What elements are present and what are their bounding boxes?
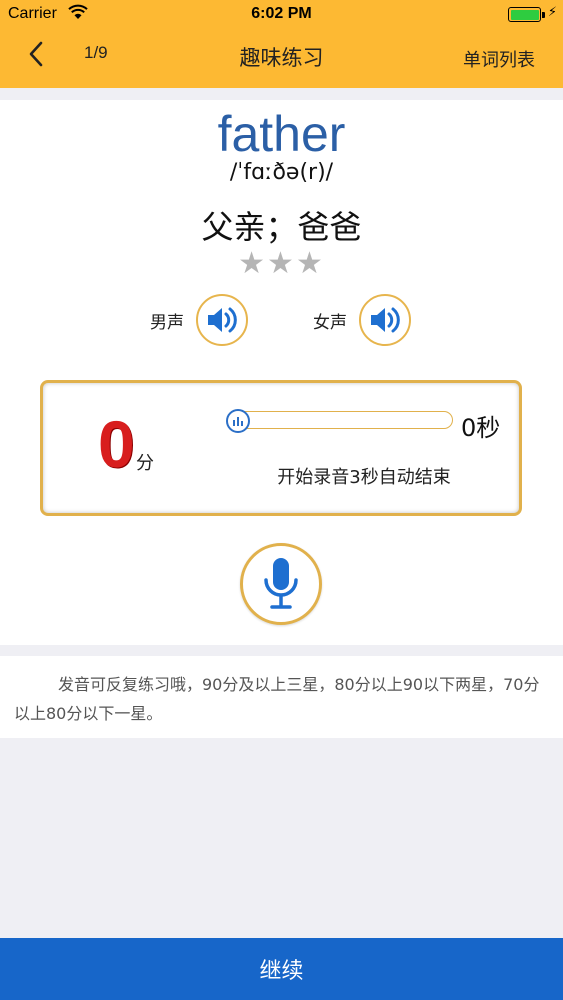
top-bar: Carrier 6:02 PM ⚡ 1/9 趣味练习 单词列表 bbox=[0, 0, 563, 88]
recording-panel: 0 分 0秒 开始录音3秒自动结束 bbox=[40, 380, 522, 516]
continue-button[interactable]: 继续 bbox=[0, 938, 563, 1000]
meaning-text: 父亲；爸爸 bbox=[201, 208, 362, 246]
speaker-icon bbox=[208, 307, 237, 333]
microphone-icon bbox=[264, 558, 298, 609]
navigation-bar: 1/9 趣味练习 单词列表 bbox=[0, 30, 563, 88]
charging-bolt-icon: ⚡ bbox=[547, 5, 557, 20]
battery-icon bbox=[508, 7, 545, 22]
record-button[interactable] bbox=[240, 543, 322, 625]
female-voice-button[interactable] bbox=[359, 294, 411, 346]
word-list-button[interactable]: 单词列表 bbox=[463, 46, 535, 72]
female-voice-label: 女声 bbox=[313, 312, 347, 333]
recording-progress-bar bbox=[226, 409, 453, 433]
speaker-icon bbox=[371, 307, 400, 333]
back-button[interactable] bbox=[22, 40, 50, 68]
female-voice-row: 女声 bbox=[313, 293, 411, 347]
chevron-left-icon bbox=[29, 41, 43, 67]
clock: 6:02 PM bbox=[251, 5, 312, 22]
male-voice-button[interactable] bbox=[196, 294, 248, 346]
word-card: father /ˈfɑːðə(r)/ 父亲；爸爸 ★★★ 男声 女声 0 分 0… bbox=[0, 100, 563, 645]
phonetic-text: /ˈfɑːðə(r)/ bbox=[229, 160, 334, 185]
elapsed-seconds: 0秒 bbox=[461, 414, 501, 442]
progress-knob bbox=[226, 409, 250, 433]
word-text: father bbox=[217, 106, 346, 162]
recording-hint: 开始录音3秒自动结束 bbox=[277, 467, 451, 488]
male-voice-row: 男声 bbox=[150, 293, 248, 347]
status-bar: Carrier 6:02 PM ⚡ bbox=[0, 0, 563, 30]
audio-level-icon bbox=[233, 417, 243, 426]
star-rating: ★★★ bbox=[238, 246, 325, 281]
scoring-tip: 发音可反复练习哦，90分及以上三星，80分以上90以下两星，70分以上80分以下… bbox=[0, 656, 563, 738]
word-counter: 1/9 bbox=[84, 43, 108, 62]
male-voice-label: 男声 bbox=[150, 312, 184, 333]
